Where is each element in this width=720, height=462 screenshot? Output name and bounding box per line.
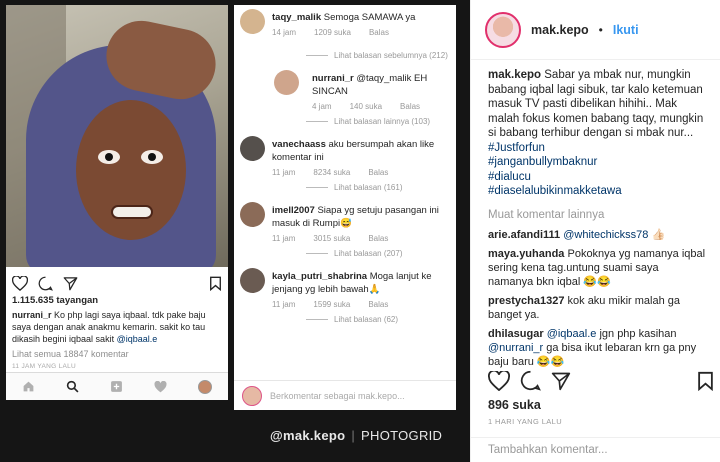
- view-replies-link: Lihat balasan lainnya (103): [234, 111, 456, 132]
- search-icon: [66, 380, 79, 393]
- watermark: @mak.kepo | PHOTOGRID: [270, 428, 443, 443]
- home-icon: [22, 380, 35, 393]
- hashtag-link[interactable]: #dialucu: [488, 170, 706, 185]
- post-side-panel: mak.kepo • Ikuti mak.kepo Sabar ya mbak …: [470, 0, 720, 462]
- list-item: maya.yuhanda Pokoknya yg namanya iqbal s…: [488, 247, 706, 288]
- action-bar: [488, 370, 714, 391]
- follow-button[interactable]: Ikuti: [613, 23, 639, 37]
- hashtag-list: #Justforfun #janganbullymbaknur #dialucu…: [488, 141, 706, 199]
- list-item: dhilasugar @iqbaal.e jgn php kasihan @nu…: [488, 327, 697, 368]
- add-comment-input[interactable]: Tambahkan komentar...: [471, 437, 720, 462]
- bottom-nav: [6, 372, 228, 400]
- list-item: prestycha1327 kok aku mikir malah ga ban…: [488, 294, 681, 321]
- avatar: [240, 202, 265, 227]
- avatar: [240, 9, 265, 34]
- screenshot-post: 1.115.635 tayangan nurrani_r Ko php lagi…: [6, 5, 228, 400]
- load-more-comments[interactable]: Muat komentar lainnya: [488, 209, 706, 221]
- view-replies-link: Lihat balasan (161): [234, 177, 456, 198]
- bookmark-icon: [209, 276, 222, 291]
- share-icon: [63, 276, 78, 291]
- avatar: [242, 385, 262, 406]
- list-item: arie.afandi111 @whitechickss78 👍🏻: [488, 228, 666, 241]
- share-icon[interactable]: [551, 370, 571, 391]
- username-link[interactable]: mak.kepo: [531, 23, 589, 37]
- post-media[interactable]: 1.115.635 tayangan nurrani_r Ko php lagi…: [0, 0, 470, 462]
- view-all-comments: Lihat semua 18847 komentar: [12, 349, 129, 359]
- like-count[interactable]: 896 suka: [488, 398, 541, 412]
- screenshot-comments: taqy_malik Semoga SAMAWA ya 14 jam 1209 s…: [234, 5, 456, 410]
- list-item: nurrani_r @taqy_malik EH SINCAN 4 jam 140…: [234, 66, 456, 111]
- post-time: 1 HARI YANG LALU: [488, 417, 563, 426]
- comment-icon[interactable]: [520, 370, 541, 391]
- add-comment-placeholder: Berkomentar sebagai mak.kepo...: [270, 390, 405, 401]
- caption-username[interactable]: mak.kepo: [488, 69, 541, 81]
- add-post-icon: [110, 380, 123, 393]
- separator-dot: •: [598, 22, 603, 37]
- view-replies-link: Lihat balasan (207): [234, 243, 456, 264]
- activity-heart-icon: [154, 380, 167, 393]
- avatar: [240, 268, 265, 293]
- post-caption: mak.kepo Sabar ya mbak nur, mungkin baba…: [488, 69, 704, 139]
- post-header: mak.kepo • Ikuti: [471, 0, 720, 60]
- comment-icon: [38, 276, 53, 291]
- add-comment-bar: Berkomentar sebagai mak.kepo...: [234, 380, 456, 410]
- list-item: imell2007 Siapa yg setuju pasangan ini m…: [234, 198, 456, 243]
- post-caption: nurrani_r Ko php lagi saya iqbaal. tdk p…: [12, 310, 206, 344]
- profile-avatar-icon: [198, 379, 213, 394]
- view-replies-link: Lihat balasan sebelumnya (212): [234, 45, 456, 66]
- like-heart-icon[interactable]: [488, 370, 510, 391]
- bookmark-icon[interactable]: [697, 370, 714, 391]
- list-item: kayla_putri_shabrina Moga lanjut ke jenj…: [234, 264, 456, 309]
- hashtag-link[interactable]: #diaselalubikinmakketawa: [488, 184, 706, 199]
- post-date: 11 JAM YANG LALU: [12, 363, 77, 370]
- avatar: [274, 70, 299, 95]
- avatar: [240, 136, 265, 161]
- heart-icon: [12, 275, 28, 291]
- post-action-bar: [6, 267, 228, 293]
- view-replies-link: Lihat balasan (62): [234, 309, 456, 330]
- view-count: 1.115.635 tayangan: [12, 295, 99, 306]
- hashtag-link[interactable]: #Justforfun: [488, 141, 706, 156]
- hashtag-link[interactable]: #janganbullymbaknur: [488, 155, 706, 170]
- avatar[interactable]: [485, 11, 521, 48]
- list-item: taqy_malik Semoga SAMAWA ya 14 jam 1209 s…: [234, 5, 456, 45]
- post-photo: [6, 5, 228, 267]
- list-item: vanechaass aku bersumpah akan like komen…: [234, 132, 456, 177]
